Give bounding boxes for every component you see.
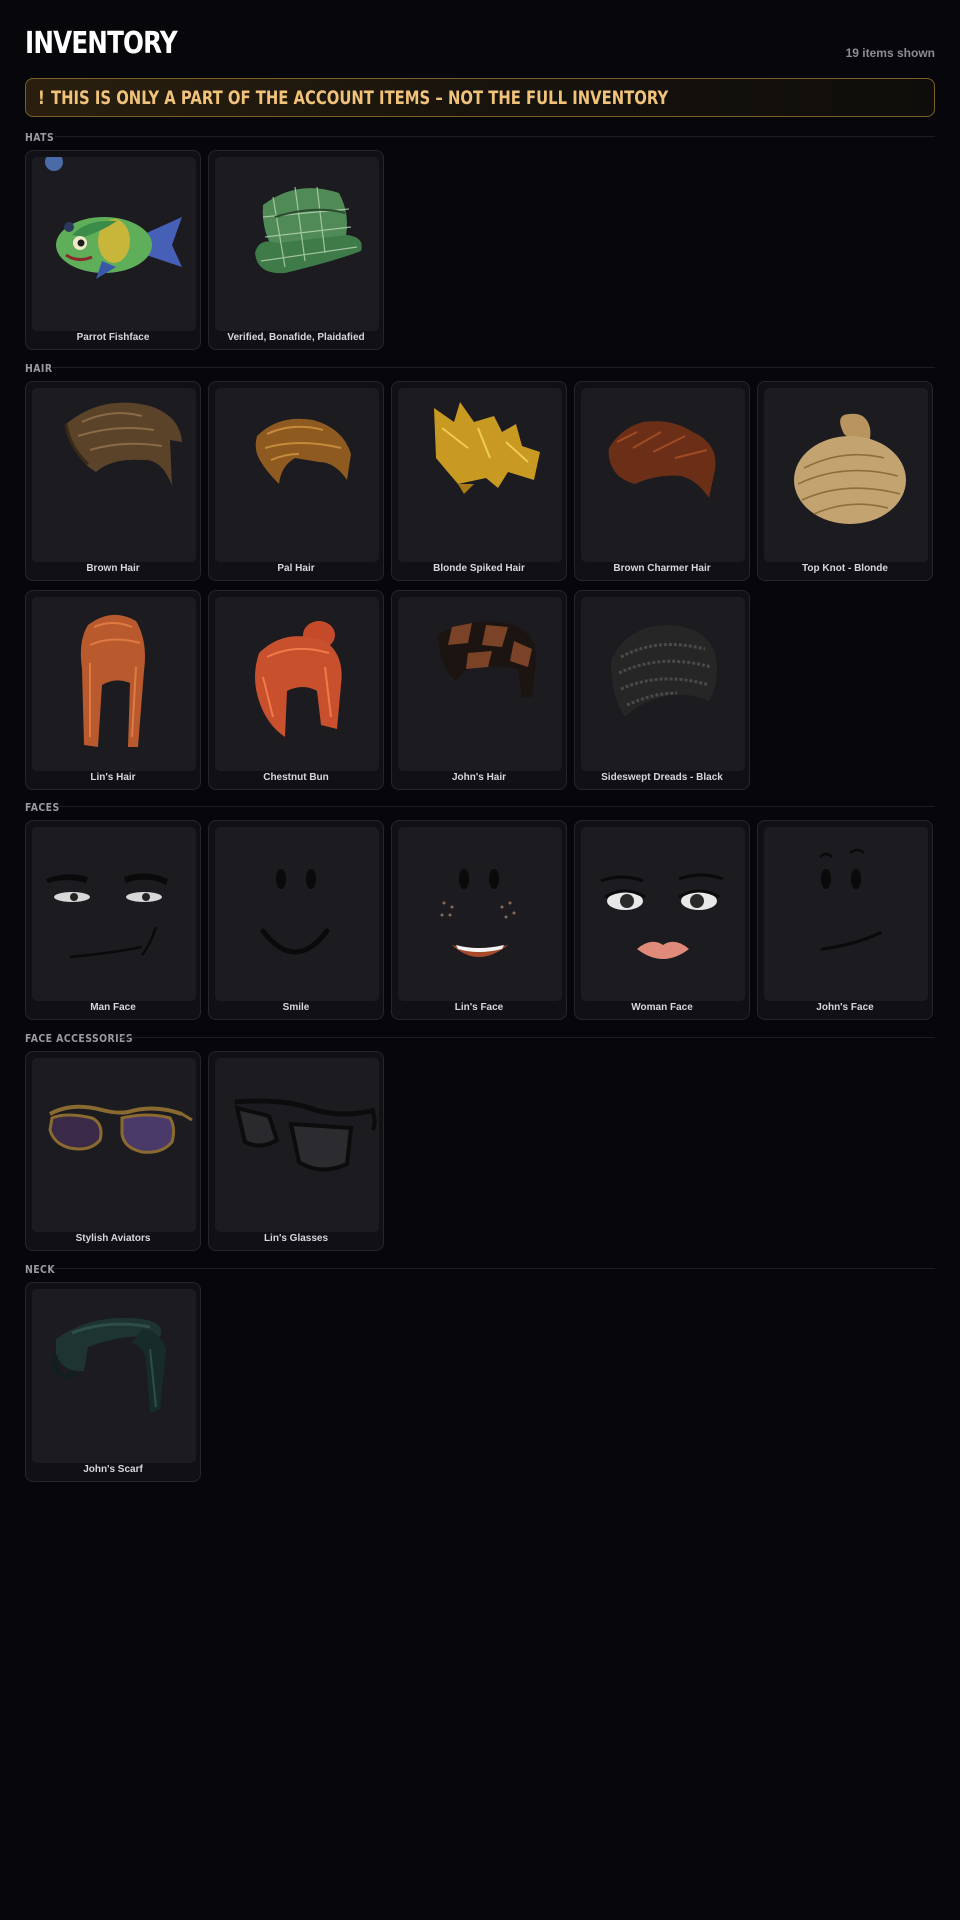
section-title-faces: FACES <box>25 801 60 814</box>
item-name: Blonde Spiked Hair <box>433 563 525 574</box>
item-card-brown-charmer-hair[interactable]: Brown Charmer Hair <box>574 381 750 581</box>
parrot-fish-icon <box>45 157 182 279</box>
smile-face-icon <box>260 869 330 955</box>
blonde-spiked-hair-icon <box>434 402 540 494</box>
item-name: Verified, Bonafide, Plaidafied <box>227 332 365 343</box>
top-knot-icon <box>794 413 906 524</box>
item-card-sideswept-dreads[interactable]: Sideswept Dreads - Black <box>574 590 750 790</box>
john-face-icon <box>819 848 882 951</box>
item-name: Man Face <box>90 1002 136 1013</box>
item-name: John's Hair <box>451 772 507 783</box>
man-face-icon <box>46 873 168 959</box>
item-name: Lin's Glasses <box>263 1233 329 1244</box>
item-card-lins-hair[interactable]: Lin's Hair <box>25 590 201 790</box>
section-divider <box>52 1268 935 1269</box>
partial-inventory-warning-banner: ! THIS IS ONLY A PART OF THE ACCOUNT ITEM… <box>25 78 935 117</box>
item-name: Parrot Fishface <box>76 332 150 343</box>
chestnut-bun-icon <box>255 621 342 737</box>
plaid-cap-icon <box>255 186 362 274</box>
item-card-woman-face[interactable]: Woman Face <box>574 820 750 1020</box>
item-name: Lin's Face <box>454 1002 504 1013</box>
section-title-hair: HAIR <box>25 362 53 375</box>
item-card-plaid-cap[interactable]: Verified, Bonafide, Plaidafied <box>208 150 384 350</box>
item-name: John's Face <box>816 1002 874 1013</box>
item-card-lins-face[interactable]: Lin's Face <box>391 820 567 1020</box>
section-divider <box>55 136 935 137</box>
item-card-johns-face[interactable]: John's Face <box>757 820 933 1020</box>
item-card-man-face[interactable]: Man Face <box>25 820 201 1020</box>
item-name: Brown Charmer Hair <box>613 563 711 574</box>
john-hair-icon <box>438 621 537 697</box>
item-card-johns-hair[interactable]: John's Hair <box>391 590 567 790</box>
section-divider <box>58 806 935 807</box>
dreads-icon <box>611 625 717 717</box>
warning-icon: ! <box>38 87 45 109</box>
page-header: INVENTORY 19 items shown <box>25 26 935 66</box>
item-name: Top Knot - Blonde <box>802 563 888 574</box>
section-divider <box>118 1037 935 1038</box>
lin-face-icon <box>440 869 516 957</box>
item-card-brown-hair[interactable]: Brown Hair <box>25 381 201 581</box>
page-title: INVENTORY <box>25 26 178 61</box>
item-card-stylish-aviators[interactable]: Stylish Aviators <box>25 1051 201 1251</box>
scarf-icon <box>53 1317 166 1413</box>
item-name: Stylish Aviators <box>75 1233 151 1244</box>
item-name: Woman Face <box>631 1002 693 1013</box>
aviators-icon <box>48 1104 193 1154</box>
section-title-neck: NECK <box>25 1263 56 1276</box>
item-name: Lin's Hair <box>90 772 136 783</box>
item-card-chestnut-bun[interactable]: Chestnut Bun <box>208 590 384 790</box>
item-name: Chestnut Bun <box>263 772 329 783</box>
pal-hair-icon <box>255 418 351 484</box>
item-card-parrot-fishface[interactable]: Parrot Fishface <box>25 150 201 350</box>
section-divider <box>52 367 935 368</box>
warning-text: THIS IS ONLY A PART OF THE ACCOUNT ITEMS… <box>51 87 669 109</box>
item-card-pal-hair[interactable]: Pal Hair <box>208 381 384 581</box>
glasses-icon <box>234 1098 377 1172</box>
item-card-johns-scarf[interactable]: John's Scarf <box>25 1282 201 1482</box>
item-card-smile[interactable]: Smile <box>208 820 384 1020</box>
section-title-face-accessories: FACE ACCESSORIES <box>25 1032 134 1045</box>
item-card-lins-glasses[interactable]: Lin's Glasses <box>208 1051 384 1251</box>
item-name: Pal Hair <box>277 563 315 574</box>
items-count: 19 items shown <box>845 46 935 60</box>
lin-hair-icon <box>80 614 145 747</box>
item-name: Smile <box>282 1002 310 1013</box>
section-title-hats: HATS <box>25 131 55 144</box>
woman-face-icon <box>600 873 724 959</box>
brown-hair-icon <box>64 402 182 486</box>
brown-charmer-hair-icon <box>608 421 716 498</box>
item-card-top-knot-blonde[interactable]: Top Knot - Blonde <box>757 381 933 581</box>
inventory-page: INVENTORY 19 items shown ! THIS IS ONLY A… <box>0 0 960 1920</box>
item-name: Sideswept Dreads - Black <box>601 772 723 783</box>
item-name: Brown Hair <box>86 563 140 574</box>
item-card-blonde-spiked-hair[interactable]: Blonde Spiked Hair <box>391 381 567 581</box>
item-name: John's Scarf <box>83 1464 143 1475</box>
